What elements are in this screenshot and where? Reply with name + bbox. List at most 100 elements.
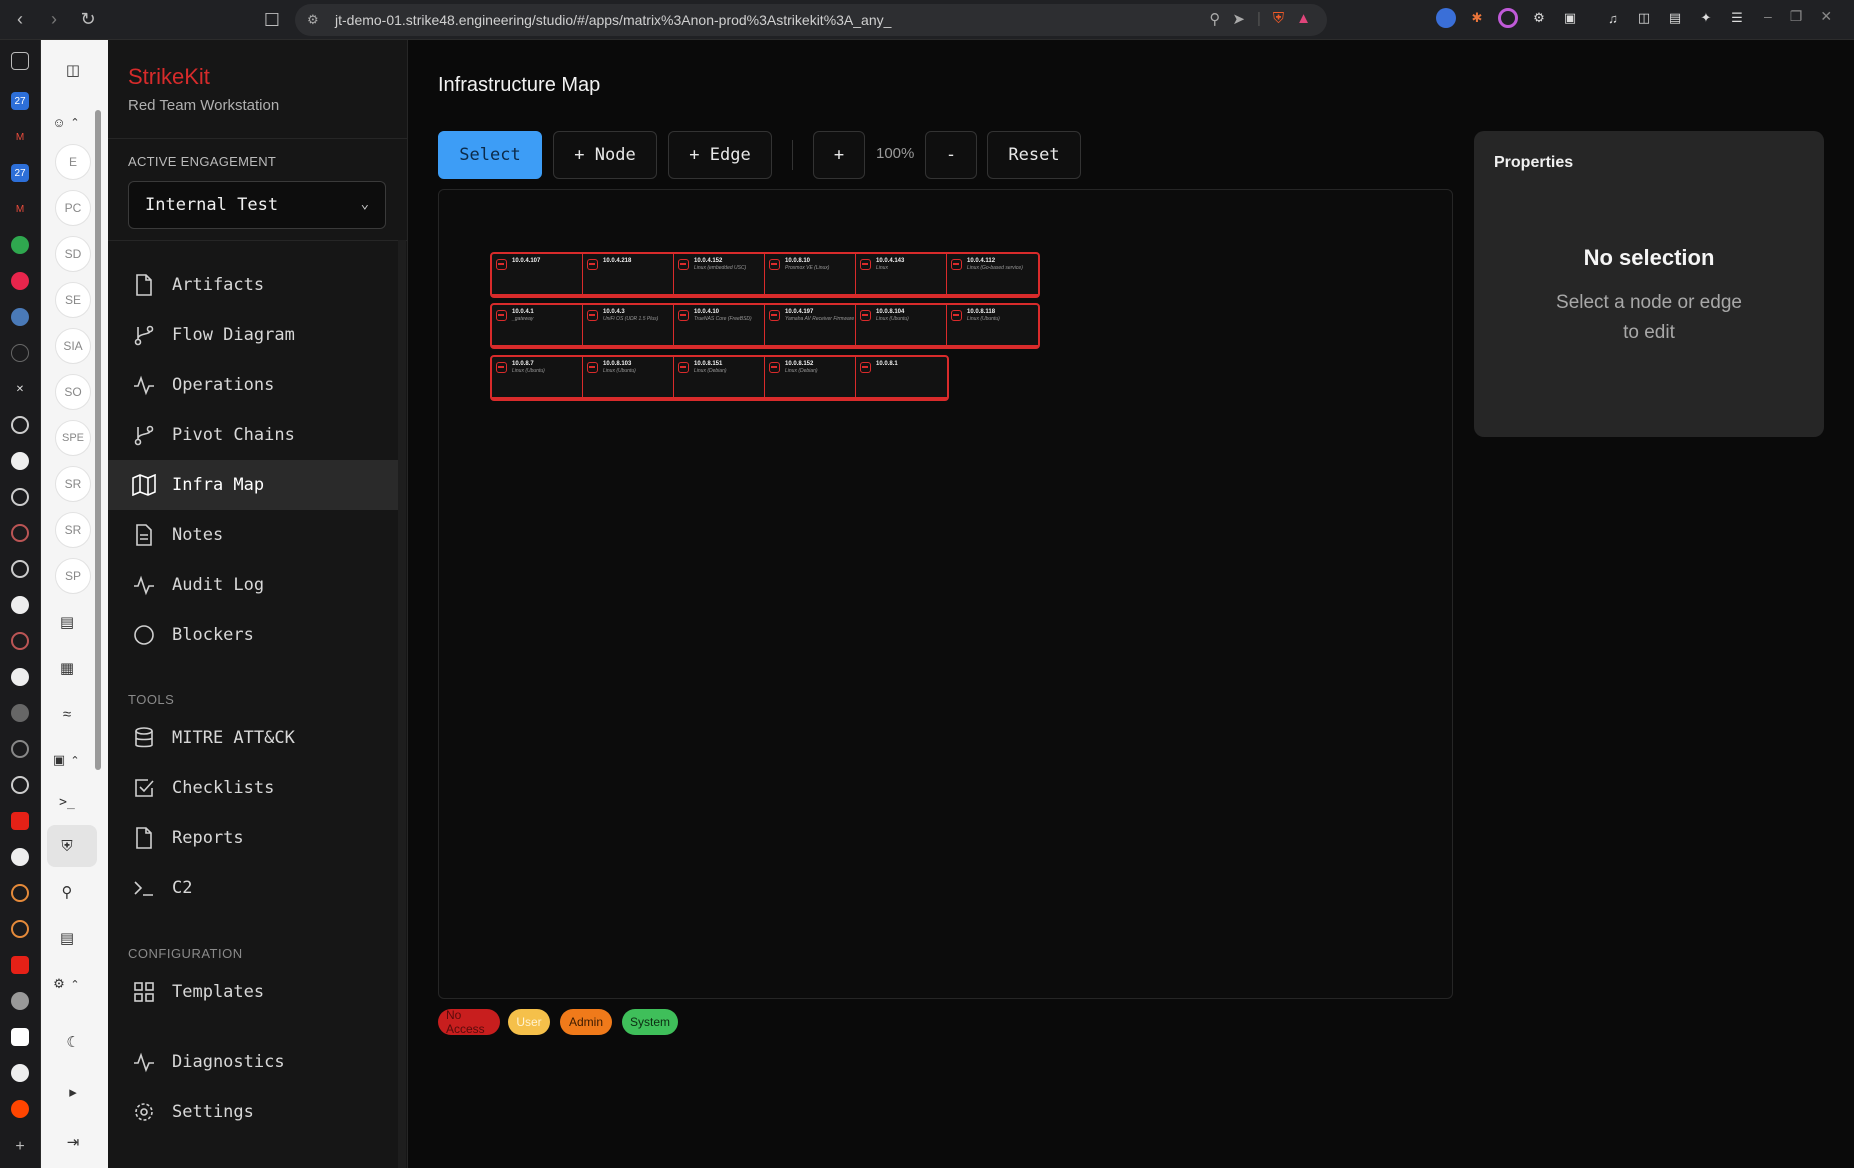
- app-icon[interactable]: [11, 308, 29, 326]
- app-icon[interactable]: [11, 704, 29, 722]
- host-node[interactable]: 10.0.4.107: [492, 254, 583, 294]
- nav-item-infra-map[interactable]: Infra Map: [108, 460, 398, 510]
- nav-item-artifacts[interactable]: Artifacts: [108, 260, 398, 310]
- leo-icon[interactable]: ✦: [1696, 8, 1716, 28]
- nav-item-mitre[interactable]: MITRE ATT&CK: [108, 713, 398, 763]
- x-icon[interactable]: ✕: [11, 380, 29, 398]
- host-node[interactable]: 10.0.4.112 Linux (Go-based service): [947, 254, 1038, 294]
- chevron-up-icon[interactable]: ⌃: [63, 110, 87, 134]
- host-node[interactable]: 10.0.8.152 Linux (Debian): [765, 357, 856, 397]
- puzzle-icon[interactable]: ⚙: [1529, 8, 1549, 28]
- extension-icon[interactable]: ✱: [1467, 8, 1487, 28]
- wallet-icon[interactable]: ▤: [1665, 8, 1685, 28]
- workspace-avatar[interactable]: SR: [55, 466, 91, 502]
- nav-item-settings[interactable]: Settings: [108, 1087, 398, 1137]
- nav-item-pivot-chains[interactable]: Pivot Chains: [108, 410, 398, 460]
- rewards-icon[interactable]: ▲: [1296, 10, 1311, 28]
- host-node[interactable]: 10.0.4.143 Linux: [856, 254, 947, 294]
- brave-shield-icon[interactable]: ⛨: [1273, 10, 1284, 28]
- nav-item-checklists[interactable]: Checklists: [108, 763, 398, 813]
- chevron-up-icon[interactable]: ⌃: [63, 748, 87, 772]
- restore-icon[interactable]: ❐: [1790, 8, 1803, 25]
- terminal-icon[interactable]: >_: [55, 790, 79, 814]
- gmail-icon[interactable]: M: [11, 200, 29, 218]
- send-icon[interactable]: ➤: [1232, 10, 1245, 28]
- app-icon[interactable]: [11, 920, 29, 938]
- moon-icon[interactable]: ☾: [61, 1030, 85, 1054]
- add-node-button[interactable]: + Node: [553, 131, 657, 179]
- github-icon[interactable]: [11, 1064, 29, 1082]
- document-icon[interactable]: ▤: [55, 610, 79, 634]
- search-icon[interactable]: ⚲: [55, 880, 79, 904]
- zoom-in-button[interactable]: +: [813, 131, 865, 179]
- site-info-icon[interactable]: ⚙: [307, 12, 323, 28]
- engagement-select[interactable]: Internal Test ⌄: [128, 181, 386, 229]
- host-node[interactable]: 10.0.8.1: [856, 357, 947, 397]
- gmail-icon[interactable]: M: [11, 128, 29, 146]
- app-icon[interactable]: [11, 992, 29, 1010]
- workspace-avatar[interactable]: SR: [55, 512, 91, 548]
- back-icon[interactable]: ‹: [6, 6, 34, 34]
- app-icon[interactable]: [11, 632, 29, 650]
- zoom-icon[interactable]: ⚲: [1209, 10, 1220, 28]
- app-icon[interactable]: [11, 1028, 29, 1046]
- host-node[interactable]: 10.0.8.104 Linux (Ubuntu): [856, 305, 947, 345]
- shield-icon[interactable]: ⛨: [55, 834, 79, 858]
- host-node[interactable]: 10.0.8.10 Proxmox VE (Linux): [765, 254, 856, 294]
- workspace-avatar[interactable]: SE: [55, 282, 91, 318]
- calendar-icon[interactable]: 27: [11, 92, 29, 110]
- add-icon[interactable]: +: [11, 1138, 29, 1156]
- workspace-avatar[interactable]: E: [55, 144, 91, 180]
- github-icon[interactable]: [11, 452, 29, 470]
- app-icon[interactable]: [11, 344, 29, 362]
- host-node[interactable]: 10.0.8.151 Linux (Debian): [674, 357, 765, 397]
- workspace-avatar[interactable]: PC: [55, 190, 91, 226]
- reset-view-button[interactable]: Reset: [987, 131, 1081, 179]
- app-icon[interactable]: [11, 416, 29, 434]
- host-node[interactable]: 10.0.4.3 UniFi OS (UDR 1.5 Plus): [583, 305, 674, 345]
- nav-item-flow-diagram[interactable]: Flow Diagram: [108, 310, 398, 360]
- reddit-icon[interactable]: [11, 1100, 29, 1118]
- app-icon[interactable]: [11, 524, 29, 542]
- close-icon[interactable]: ✕: [1820, 8, 1832, 25]
- app-icon[interactable]: [11, 272, 29, 290]
- address-bar[interactable]: ⚙ jt-demo-01.strike48.engineering/studio…: [295, 4, 1327, 36]
- sidebar-toggle-icon[interactable]: ◫: [1634, 8, 1654, 28]
- nav-item-templates[interactable]: Templates: [108, 967, 398, 1017]
- host-node[interactable]: 10.0.4.10 TrueNAS Core (FreeBSD): [674, 305, 765, 345]
- youtube-icon[interactable]: [11, 956, 29, 974]
- forward-icon[interactable]: ›: [40, 6, 68, 34]
- calendar-icon[interactable]: ▦: [55, 656, 79, 680]
- app-icon[interactable]: [11, 560, 29, 578]
- app-icon[interactable]: [11, 488, 29, 506]
- nav-item-reports[interactable]: Reports: [108, 813, 398, 863]
- app-icon[interactable]: [11, 884, 29, 902]
- workspace-avatar[interactable]: SO: [55, 374, 91, 410]
- app-icon[interactable]: [11, 668, 29, 686]
- phone-icon[interactable]: [11, 236, 29, 254]
- extension-icon[interactable]: [1436, 8, 1456, 28]
- bookmark-icon[interactable]: ☐: [258, 6, 286, 34]
- workspace-avatar[interactable]: SIA: [55, 328, 91, 364]
- host-node[interactable]: 10.0.8.7 Linux (Ubuntu): [492, 357, 583, 397]
- menu-icon[interactable]: ☰: [1727, 8, 1747, 28]
- nav-item-operations[interactable]: Operations: [108, 360, 398, 410]
- sidebar-collapse-icon[interactable]: ◫: [61, 58, 85, 82]
- extension-icon[interactable]: ▣: [1560, 8, 1580, 28]
- host-node[interactable]: 10.0.4.197 Yamaha AV Receiver Firmware: [765, 305, 856, 345]
- chevron-up-icon[interactable]: ⌃: [63, 972, 87, 996]
- reload-icon[interactable]: ↻: [74, 6, 102, 34]
- workspace-avatar[interactable]: SPE: [55, 420, 91, 456]
- nav-item-diagnostics[interactable]: Diagnostics: [108, 1037, 398, 1087]
- megaphone-icon[interactable]: ▸: [61, 1080, 85, 1104]
- github-icon[interactable]: [11, 848, 29, 866]
- extension-icon[interactable]: [1498, 8, 1518, 28]
- workflow-icon[interactable]: ≈: [55, 702, 79, 726]
- app-icon[interactable]: [11, 776, 29, 794]
- workspace-avatar[interactable]: SD: [55, 236, 91, 272]
- sidebar-panel-icon[interactable]: [11, 52, 29, 70]
- github-icon[interactable]: [11, 596, 29, 614]
- host-node[interactable]: 10.0.8.103 Linux (Ubuntu): [583, 357, 674, 397]
- host-node[interactable]: 10.0.4.218: [583, 254, 674, 294]
- briefcase-icon[interactable]: ▤: [55, 926, 79, 950]
